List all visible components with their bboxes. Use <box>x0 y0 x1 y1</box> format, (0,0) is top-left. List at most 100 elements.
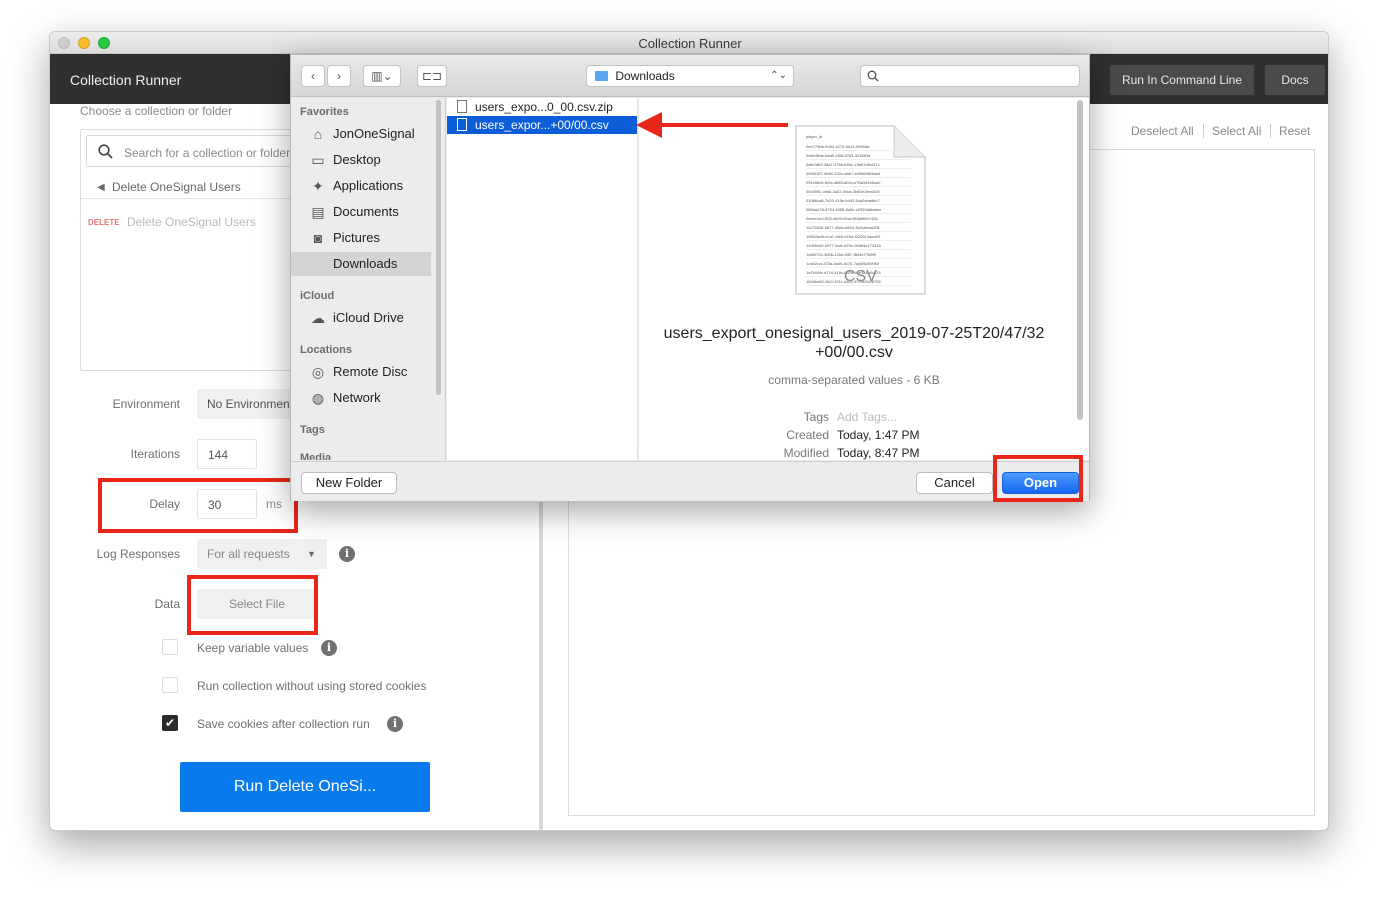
preview-kind: comma-separated values - 6 KB <box>768 373 940 387</box>
favorites-heading: Favorites <box>300 106 349 118</box>
select-all-link[interactable]: Select All <box>1212 124 1261 138</box>
modified-value: Today, 8:47 PM <box>837 446 920 460</box>
doc-row: 19692ad9-b2a7-4fe9-b15d-f220913aa429 <box>806 232 911 241</box>
doc-row: 0beec1e3-f53f-4003-b5ce-f8369f847426 <box>806 214 911 223</box>
reset-link[interactable]: Reset <box>1279 124 1310 138</box>
popup-arrows-icon: ⌃⌄ <box>770 70 787 81</box>
request-name[interactable]: Delete OneSignal Users <box>127 215 256 229</box>
choose-collection-label: Choose a collection or folder <box>80 104 233 118</box>
view-mode-button[interactable]: ▥⌄ <box>363 65 401 87</box>
search-input[interactable]: Search for a collection or folder <box>124 146 290 160</box>
new-folder-toolbar-button[interactable]: ⊏⊐ <box>417 65 447 87</box>
doc-header: player_id <box>806 134 823 139</box>
collection-picker: Search for a collection or folder ◀ Dele… <box>80 129 310 371</box>
panel-scrollbar[interactable] <box>539 502 543 830</box>
log-responses-value: For all requests <box>207 547 290 561</box>
doc-row: 0eb779bb-5d54-4275-8d13-0096da <box>806 142 911 151</box>
doc-row: 01086ca8-7b20-415e-b443-5ca2deadbc7 <box>806 196 911 205</box>
checkmark-icon: ✔ <box>164 716 176 730</box>
preview-filename: users_export_onesignal_users_2019-07-25T… <box>639 324 1069 362</box>
created-value: Today, 1:47 PM <box>837 428 920 442</box>
keep-variable-values-checkbox[interactable] <box>162 639 178 655</box>
file-row-zip[interactable]: users_expo...0_00.csv.zip <box>447 98 637 116</box>
desktop-icon: ▭ <box>311 152 325 168</box>
new-folder-button[interactable]: New Folder <box>301 472 397 494</box>
sidebar-item-home[interactable]: ⌂ JonOneSignal <box>291 122 431 146</box>
sidebar-item-documents[interactable]: ▤ Documents <box>291 200 431 224</box>
keep-variable-values-label: Keep variable values <box>197 641 309 655</box>
documents-icon: ▤ <box>311 204 325 220</box>
sidebar-item-network[interactable]: ◍ Network <box>291 386 431 410</box>
columns-view-icon: ▥⌄ <box>371 69 393 83</box>
open-file-dialog: ‹ › ▥⌄ ⊏⊐ Downloads ⌃⌄ Favorites ⌂ JonOne… <box>290 54 1090 501</box>
preview-filename-line1: users_export_onesignal_users_2019-07-25T… <box>663 325 1045 342</box>
search-icon <box>867 70 879 82</box>
sidebar-item-icloud-drive[interactable]: ☁ iCloud Drive <box>291 306 431 330</box>
dialog-sidebar: Favorites ⌂ JonOneSignal ▭ Desktop ✦ Applic… <box>291 98 446 460</box>
created-label: Created <box>786 428 829 442</box>
zip-file-icon <box>457 100 467 113</box>
cloud-icon: ☁ <box>311 310 325 326</box>
pictures-icon: ◙ <box>313 230 323 246</box>
run-in-command-line-button[interactable]: Run In Command Line <box>1110 65 1254 95</box>
doc-row: 0f455187-0b82-432c-a8b7-64366f963aa4 <box>806 169 911 178</box>
back-caret-icon[interactable]: ◀ <box>97 182 105 193</box>
sidebar-item-downloads[interactable]: Downloads <box>291 252 431 276</box>
data-label: Data <box>154 597 180 611</box>
dropdown-caret-icon: ▼ <box>307 549 316 559</box>
file-row-csv[interactable]: users_expor...+00/00.csv <box>447 116 637 134</box>
dialog-bottom-bar: New Folder Cancel Open <box>291 461 1089 501</box>
sidebar-item-remote-disc[interactable]: ◎ Remote Disc <box>291 360 431 384</box>
location-popup[interactable]: Downloads ⌃⌄ <box>586 65 794 87</box>
sidebar-item-applications[interactable]: ✦ Applications <box>291 174 431 198</box>
separator <box>1203 124 1204 138</box>
dialog-search-field[interactable] <box>860 65 1080 87</box>
breadcrumb[interactable]: Delete OneSignal Users <box>112 180 241 194</box>
deselect-all-link[interactable]: Deselect All <box>1131 124 1194 138</box>
cancel-button[interactable]: Cancel <box>916 472 993 494</box>
add-tags-field[interactable]: Add Tags... <box>837 410 897 424</box>
column-divider <box>637 98 638 450</box>
environment-label: Environment <box>112 397 180 411</box>
tags-label: Tags <box>803 410 829 424</box>
annotation-arrow-head-icon <box>636 112 662 138</box>
file-column: users_expo...0_00.csv.zip users_expor...… <box>447 98 638 460</box>
applications-icon: ✦ <box>312 178 324 194</box>
title-bar[interactable]: Collection Runner <box>50 32 1328 54</box>
csv-document-icon: player_id 0eb779bb-5d54-4275-8d13-0096da… <box>794 124 927 296</box>
preview-scrollbar[interactable] <box>1077 100 1083 420</box>
no-stored-cookies-checkbox[interactable] <box>162 677 178 693</box>
info-icon[interactable]: i <box>339 546 355 562</box>
iterations-input[interactable]: 144 <box>197 439 257 469</box>
doc-row: 1d6f072e-3d06-42bb-83f7-f843e77b5fff <box>806 250 911 259</box>
save-cookies-label: Save cookies after collection run <box>197 717 370 731</box>
disc-icon: ◎ <box>311 364 325 380</box>
doc-row: 091c5bc9-fb2a-4b55-a02c-e76a342e5ca2 <box>806 178 911 187</box>
sidebar-item-desktop[interactable]: ▭ Desktop <box>291 148 431 172</box>
doc-row: 0dfc2d03-35a7-476b-b90c-13b97df4437c <box>806 160 911 169</box>
info-icon[interactable]: i <box>321 640 337 656</box>
back-button[interactable]: ‹ <box>301 65 325 87</box>
window-title: Collection Runner <box>638 36 742 51</box>
folder-icon <box>595 71 608 81</box>
run-collection-button[interactable]: Run Delete OneSi... <box>180 762 430 812</box>
home-icon: ⌂ <box>313 126 323 142</box>
file-preview: player_id 0eb779bb-5d54-4275-8d13-0096da… <box>639 98 1089 460</box>
environment-select[interactable]: No Environment <box>197 389 297 419</box>
open-button-highlight <box>993 455 1083 502</box>
media-heading: Media <box>300 452 332 460</box>
delay-highlight <box>98 478 298 533</box>
doc-row: 14350c64-0977-4afc-b29e-05db5c173318 <box>806 241 911 250</box>
doc-row: 1cdb2ccc-f23a-4a49-8c76-7a48f6209064 <box>806 259 911 268</box>
search-box[interactable]: Search for a collection or folder <box>86 135 310 167</box>
sidebar-item-pictures[interactable]: ◙ Pictures <box>291 226 431 250</box>
sidebar-scrollbar[interactable] <box>436 100 441 395</box>
info-icon[interactable]: i <box>387 716 403 732</box>
icloud-heading: iCloud <box>300 290 335 302</box>
doc-row: 04c05ff2-cbb0-4a22-b9ca-3b80e1bea025 <box>806 187 911 196</box>
no-stored-cookies-label: Run collection without using stored cook… <box>197 679 427 693</box>
forward-button[interactable]: › <box>327 65 351 87</box>
log-responses-select[interactable]: For all requests ▼ <box>197 539 327 569</box>
save-cookies-checkbox[interactable]: ✔ <box>162 715 178 731</box>
docs-button[interactable]: Docs <box>1265 65 1325 95</box>
